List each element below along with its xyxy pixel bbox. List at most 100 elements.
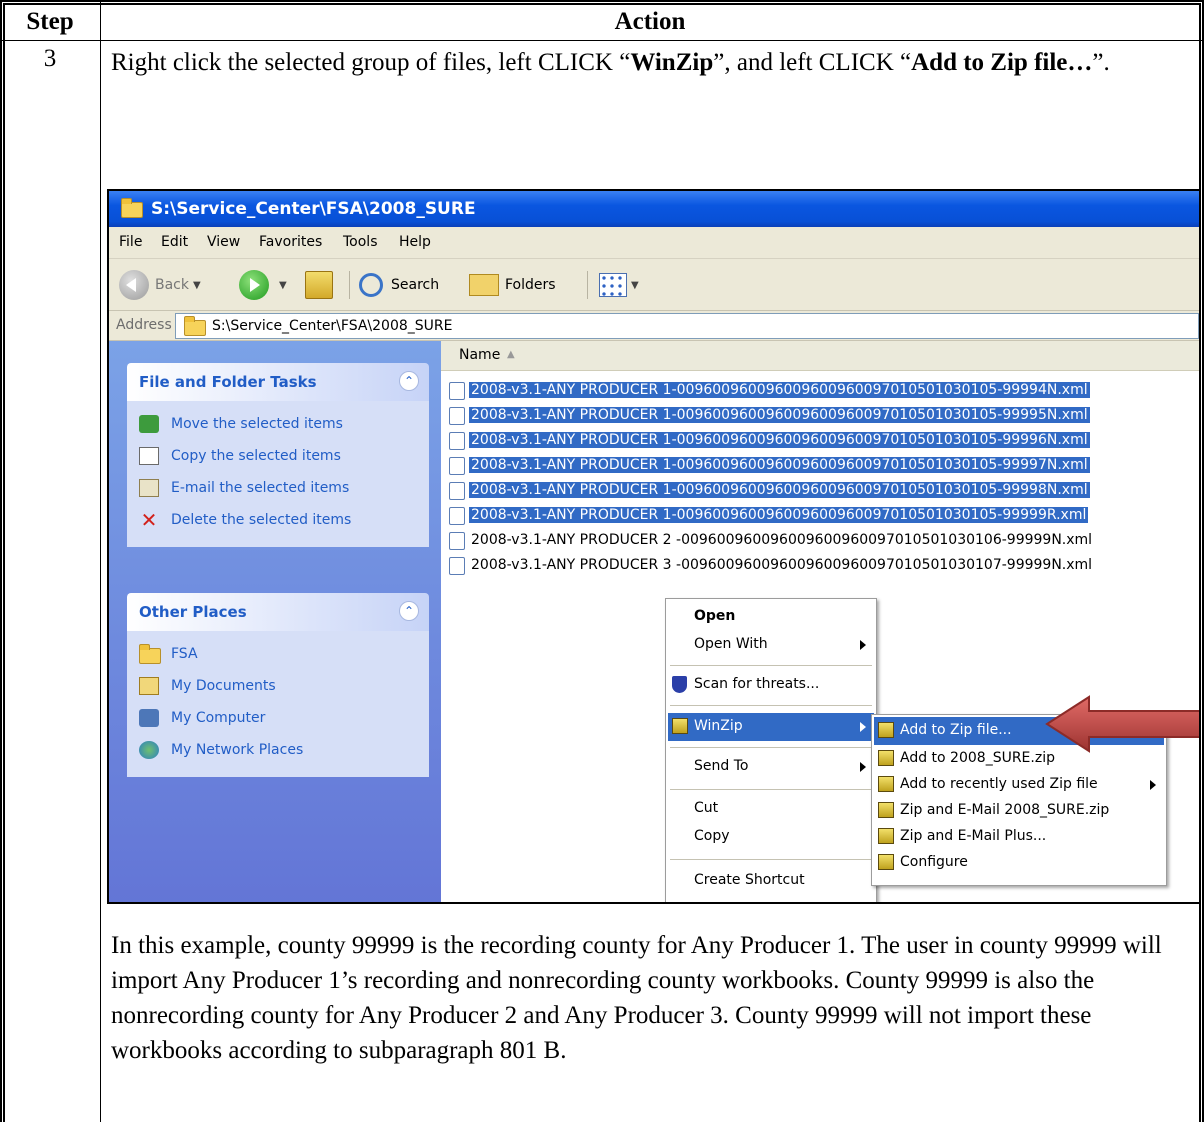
toolbar-separator	[587, 271, 588, 299]
winzip-icon	[878, 722, 894, 738]
collapse-icon[interactable]: ⌃	[399, 601, 419, 621]
address-bar: Address S:\Service_Center\FSA\2008_SURE	[109, 311, 1199, 341]
menu-item-label: Create Shortcut	[694, 872, 805, 888]
toolbar-separator	[349, 271, 350, 299]
menu-tools[interactable]: Tools	[343, 234, 378, 250]
task-delete[interactable]: ✕ Delete the selected items	[127, 505, 429, 537]
chevron-down-icon: ▼	[631, 279, 639, 291]
address-input[interactable]: S:\Service_Center\FSA\2008_SURE	[175, 313, 1199, 339]
back-button[interactable]: Back ▼	[119, 269, 201, 301]
task-label: Move the selected items	[171, 416, 343, 432]
toolbar: Back ▼ ▼ Search Folders ▼	[109, 259, 1199, 311]
place-fsa[interactable]: FSA	[127, 639, 429, 671]
place-label: My Network Places	[171, 742, 304, 758]
file-name: 2008-v3.1-ANY PRODUCER 1-009600960096009…	[469, 507, 1089, 523]
folder-icon	[184, 316, 206, 336]
menu-item-label: Add to recently used Zip file	[900, 776, 1098, 792]
submenu-arrow-icon	[860, 640, 866, 650]
submenu-arrow-icon	[860, 762, 866, 772]
menu-item-create-shortcut[interactable]: Create Shortcut	[668, 867, 874, 895]
annotation-arrow-icon	[1045, 695, 1199, 753]
menu-item-send-to[interactable]: Send To	[668, 753, 874, 781]
file-name: 2008-v3.1-ANY PRODUCER 1-009600960096009…	[469, 432, 1090, 448]
search-label: Search	[391, 277, 440, 293]
menu-item-cut[interactable]: Cut	[668, 795, 874, 823]
forward-arrow-icon	[239, 270, 269, 300]
search-icon	[359, 273, 383, 297]
menu-favorites[interactable]: Favorites	[259, 234, 322, 250]
menu-file[interactable]: File	[119, 234, 142, 250]
explorer-window: S:\Service_Center\FSA\2008_SURE File Edi…	[107, 189, 1201, 904]
menu-item-scan[interactable]: Scan for threats...	[668, 671, 874, 699]
menu-view[interactable]: View	[207, 234, 240, 250]
folders-icon	[469, 274, 499, 296]
folder-icon	[121, 198, 143, 218]
computer-icon	[139, 709, 159, 727]
collapse-icon[interactable]: ⌃	[399, 371, 419, 391]
menu-item-label: Cut	[694, 800, 719, 816]
search-button[interactable]: Search	[359, 269, 439, 301]
place-my-documents[interactable]: My Documents	[127, 671, 429, 703]
task-email[interactable]: E-mail the selected items	[127, 473, 429, 505]
menu-separator	[670, 789, 872, 790]
xml-file-icon	[449, 407, 465, 425]
folders-label: Folders	[505, 277, 556, 293]
forward-button[interactable]: ▼	[239, 269, 287, 301]
winzip-icon	[672, 718, 688, 734]
file-name: 2008-v3.1-ANY PRODUCER 2 -00960096009600…	[471, 532, 1093, 548]
menu-separator	[670, 859, 872, 860]
menu-item-label: Copy	[694, 828, 730, 844]
sort-ascending-icon: ▲	[507, 349, 515, 360]
shield-icon	[672, 676, 687, 693]
header-action: Action	[614, 8, 686, 35]
menu-item-zip-email[interactable]: Zip and E-Mail 2008_SURE.zip	[874, 797, 1164, 825]
task-label: E-mail the selected items	[171, 480, 350, 496]
step-instruction: Right click the selected group of files,…	[111, 49, 1110, 76]
xml-file-icon	[449, 507, 465, 525]
up-folder-button[interactable]	[305, 269, 333, 301]
chevron-down-icon: ▼	[279, 279, 287, 291]
menu-item-open[interactable]: Open	[668, 603, 874, 631]
menu-item-open-with[interactable]: Open With	[668, 631, 874, 659]
chevron-down-icon: ▼	[193, 279, 201, 291]
step-number: 3	[43, 45, 57, 72]
file-name: 2008-v3.1-ANY PRODUCER 1-009600960096009…	[469, 457, 1090, 473]
menu-item-zip-email-plus[interactable]: Zip and E-Mail Plus...	[874, 823, 1164, 851]
task-copy[interactable]: Copy the selected items	[127, 441, 429, 473]
column-divider	[100, 0, 101, 1122]
menu-item-label: Configure	[900, 854, 968, 870]
menu-item-copy[interactable]: Copy	[668, 823, 874, 851]
column-header-name[interactable]: Name ▲	[441, 341, 1199, 371]
address-value: S:\Service_Center\FSA\2008_SURE	[212, 318, 453, 334]
copy-icon	[139, 447, 159, 465]
panel-header[interactable]: File and Folder Tasks ⌃	[127, 363, 429, 401]
menu-edit[interactable]: Edit	[161, 234, 188, 250]
header-rule	[0, 40, 1204, 41]
folders-button[interactable]: Folders	[469, 269, 556, 301]
menu-separator	[670, 665, 872, 666]
documents-icon	[139, 677, 159, 695]
place-network[interactable]: My Network Places	[127, 735, 429, 767]
place-my-computer[interactable]: My Computer	[127, 703, 429, 735]
place-label: My Documents	[171, 678, 276, 694]
header-step: Step	[26, 8, 74, 35]
xml-file-icon	[449, 457, 465, 475]
views-button[interactable]: ▼	[599, 269, 639, 301]
menu-bar: File Edit View Favorites Tools Help	[109, 227, 1199, 259]
menu-help[interactable]: Help	[399, 234, 431, 250]
other-places-panel: Other Places ⌃ FSA My Documents My Compu…	[127, 593, 429, 777]
xml-file-icon	[449, 532, 465, 550]
up-folder-icon	[305, 271, 333, 299]
menu-item-label: Add to Zip file...	[900, 722, 1012, 738]
menu-item-winzip[interactable]: WinZip	[668, 713, 874, 741]
menu-item-configure[interactable]: Configure	[874, 849, 1164, 877]
menu-item-label: Open	[694, 608, 736, 624]
panel-header[interactable]: Other Places ⌃	[127, 593, 429, 631]
context-menu: Open Open With Scan for threats... WinZi…	[665, 598, 877, 902]
address-label: Address	[116, 317, 172, 333]
task-move[interactable]: Move the selected items	[127, 409, 429, 441]
title-bar[interactable]: S:\Service_Center\FSA\2008_SURE	[109, 191, 1199, 227]
task-label: Copy the selected items	[171, 448, 341, 464]
panel-title: File and Folder Tasks	[139, 373, 317, 391]
menu-item-add-recent-zip[interactable]: Add to recently used Zip file	[874, 771, 1164, 799]
